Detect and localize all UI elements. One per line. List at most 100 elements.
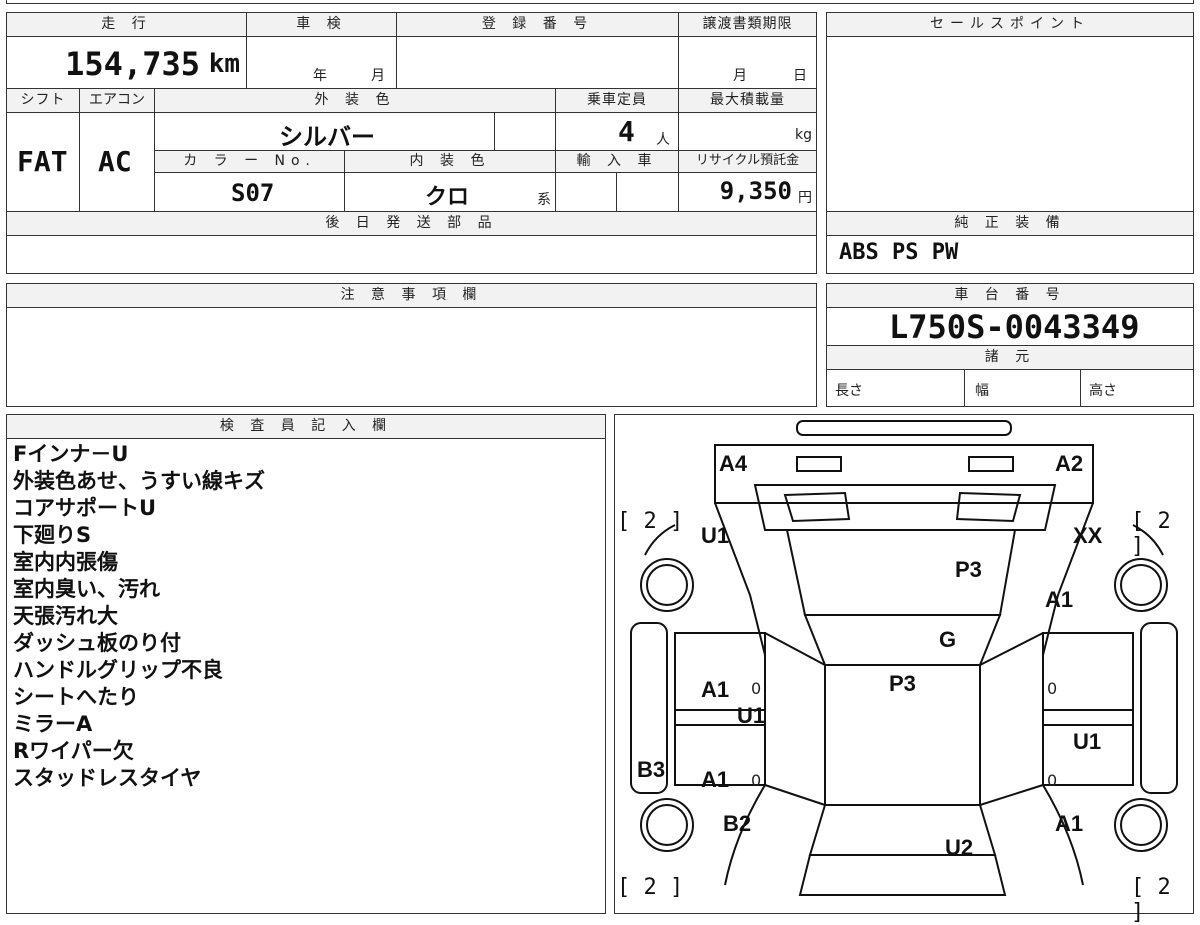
aircon-value: AC: [98, 145, 132, 178]
transfer-day-unit: 日: [793, 68, 807, 84]
wheel-bracket: [ 2 ]: [617, 875, 684, 900]
aircon-cell: AC: [80, 113, 155, 211]
inspector-line: 外装色あせ、うすい線キズ: [13, 469, 265, 493]
recycle-cell: 9,350 円: [679, 173, 816, 211]
recycle-value: 9,350: [719, 177, 792, 205]
import-cell-a: [556, 173, 617, 211]
damage-label: A2: [1055, 451, 1084, 476]
length-label: 長さ: [835, 383, 863, 399]
transfer-month-unit: 月: [733, 68, 747, 84]
zero-mark: 0: [751, 771, 762, 790]
car-diagram-svg: [630, 420, 1178, 896]
inspector-line: ダッシュ板のり付: [13, 631, 181, 655]
mileage-cell: 154,735 km: [7, 37, 247, 89]
notes-header: 注 意 事 項 欄: [7, 284, 816, 308]
width-cell: 幅: [965, 370, 1081, 406]
vehicle-info-block: 走 行 車 検 登 録 番 号 譲渡書類期限 154,735 km 年 月 月 …: [6, 12, 817, 212]
capacity-header: 乗車定員: [556, 89, 679, 113]
chassis-header: 車 台 番 号: [827, 284, 1193, 308]
spec-header: 諸 元: [827, 346, 1193, 370]
inspector-line: 天張汚れ大: [13, 604, 118, 628]
interior-value: クロ: [425, 185, 470, 210]
inspection-header: 車 検: [247, 13, 397, 37]
inspector-line: ミラーA: [13, 712, 93, 736]
maxload-unit: kg: [795, 127, 812, 143]
color-no-value: S07: [231, 179, 275, 207]
width-label: 幅: [975, 383, 989, 399]
genuine-header: 純 正 装 備: [827, 212, 1193, 236]
damage-label: XX: [1073, 523, 1103, 548]
damage-label: G: [939, 627, 957, 652]
capacity-value: 4: [618, 115, 635, 148]
damage-label: U1: [701, 523, 730, 548]
inspector-line: ハンドルグリップ不良: [13, 658, 223, 682]
capacity-cell: 4 人: [556, 113, 679, 151]
registration-cell: [397, 37, 679, 89]
damage-label: A4: [719, 451, 748, 476]
inspection-cell: 年 月: [247, 37, 397, 89]
interior-header: 内 装 色: [345, 151, 556, 173]
mileage-header: 走 行: [7, 13, 247, 37]
damage-label: U1: [737, 703, 766, 728]
car-diagram-block: A4 A2 U1 XX P3 A1 G A1 P3 U1 U1 B3 A1 B2…: [614, 414, 1194, 925]
damage-label: P3: [889, 671, 916, 696]
capacity-unit: 人: [656, 132, 670, 148]
inspector-line: 室内臭い、汚れ: [13, 577, 160, 601]
exterior-value: シルバー: [279, 123, 375, 151]
inspector-line: コアサポートU: [13, 496, 157, 520]
height-cell: 高さ: [1081, 370, 1193, 406]
interior-suffix: 系: [537, 192, 551, 208]
wheel-bracket: [ 2 ]: [1131, 875, 1171, 925]
inspector-line: シートへたり: [13, 685, 139, 709]
import-header: 輸 入 車: [556, 151, 679, 173]
sales-point-header: セールスポイント: [827, 13, 1193, 37]
registration-header: 登 録 番 号: [397, 13, 679, 37]
zero-mark: 0: [1047, 771, 1058, 790]
mileage-value: 154,735: [65, 45, 200, 83]
chassis-cell: L750S-0043349: [827, 308, 1193, 346]
wheel-bracket: [ 2 ]: [1131, 509, 1171, 559]
exterior-header: 外 装 色: [155, 89, 556, 113]
exterior-extra-cell: [495, 113, 556, 151]
later-parts-header: 後 日 発 送 部 品: [7, 212, 816, 236]
inspector-line: スタッドレスタイヤ: [13, 766, 202, 790]
color-no-cell: S07: [155, 173, 345, 211]
notes-block: 注 意 事 項 欄: [6, 283, 817, 407]
inspector-line: 下廻りS: [13, 523, 92, 547]
genuine-value: ABS PS PW: [839, 240, 959, 265]
damage-label: B3: [637, 757, 666, 782]
length-cell: 長さ: [827, 370, 965, 406]
recycle-unit: 円: [798, 190, 812, 206]
chassis-block: 車 台 番 号 L750S-0043349 諸 元 長さ 幅 高さ: [826, 283, 1194, 407]
shift-value: FAT: [17, 145, 68, 178]
inspector-line: 室内内張傷: [13, 550, 118, 574]
inspector-header: 検 査 員 記 入 欄: [7, 415, 605, 439]
damage-label: A1: [1055, 811, 1084, 836]
color-no-header: カ ラ ー No.: [155, 151, 345, 173]
damage-label: B2: [723, 811, 752, 836]
genuine-block: 純 正 装 備 ABS PS PW: [826, 212, 1194, 274]
transfer-cell: 月 日: [679, 37, 816, 89]
inspector-line: Fインナ－U: [13, 442, 129, 466]
damage-label: A1: [1045, 587, 1074, 612]
damage-label: A1: [701, 767, 730, 792]
inspector-notes-list: Fインナ－U 外装色あせ、うすい線キズ コアサポートU 下廻りS 室内内張傷 室…: [13, 441, 265, 792]
transfer-header: 譲渡書類期限: [679, 13, 816, 37]
aircon-header: エアコン: [80, 89, 155, 113]
maxload-cell: kg: [679, 113, 816, 151]
import-cell-b: [617, 173, 679, 211]
wheel-bracket: [ 2 ]: [617, 509, 684, 534]
top-strip-fragment: [6, 0, 1194, 4]
maxload-header: 最大積載量: [679, 89, 816, 113]
shift-header: シフト: [7, 89, 80, 113]
inspection-year-unit: 年: [313, 68, 327, 84]
recycle-header: リサイクル預託金: [679, 151, 816, 173]
sales-point-block: セールスポイント: [826, 12, 1194, 212]
height-label: 高さ: [1089, 383, 1117, 399]
inspector-line: Rワイパー欠: [13, 739, 134, 763]
damage-label: U2: [945, 835, 974, 860]
zero-mark: 0: [751, 679, 762, 698]
damage-label: A1: [701, 677, 730, 702]
mileage-unit: km: [208, 49, 240, 79]
damage-label: U1: [1073, 729, 1102, 754]
